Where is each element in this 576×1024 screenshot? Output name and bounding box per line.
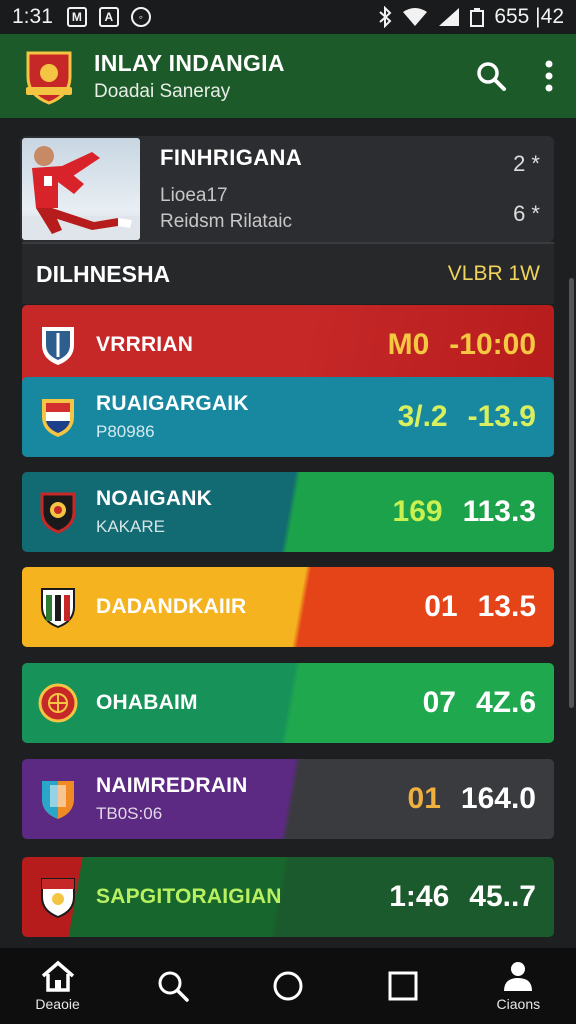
square-icon (388, 971, 418, 1001)
featured-card[interactable]: FINHRIGANA Lioea17 Reidsm Rilataic 2 * 6… (20, 136, 554, 242)
score-primary: 07 (422, 686, 456, 719)
section-title: DILHNESHA (36, 260, 171, 287)
score-secondary: -13.9 (467, 400, 536, 433)
team-name: NAIMREDRAIN (96, 774, 248, 797)
score-secondary: 13.5 (477, 590, 536, 623)
player-photo (22, 138, 140, 240)
list-item[interactable]: DADANDKAIIR 01 13.5 (22, 567, 554, 647)
shield-badge-icon (40, 492, 76, 534)
team-name: RUAIGARGAIK (96, 392, 249, 415)
team-name: SAPGITORAIGIAN (96, 885, 282, 908)
score-secondary: 4Z.6 (475, 686, 536, 719)
wifi-icon (403, 8, 428, 26)
featured-meta-2: Reidsm Rilataic (160, 211, 292, 232)
circle-icon (273, 971, 303, 1001)
list-item[interactable]: OHABAIM 07 4Z.6 (22, 663, 554, 743)
shield-badge-icon (42, 781, 74, 819)
list-item[interactable]: SAPGITORAIGIAN 1:46 45..7 (22, 857, 554, 937)
status-right-text: 655 |42 (494, 5, 564, 28)
score-secondary: 164.0 (460, 782, 536, 815)
nav-circle[interactable] (238, 970, 338, 1002)
shield-badge-icon (41, 878, 75, 919)
app-subtitle: Doadai Saneray (94, 80, 231, 102)
score-primary: 169 (392, 495, 443, 528)
bottom-navigation: Deaoie Ciaons (0, 948, 576, 1024)
score-primary: M0 (387, 328, 430, 361)
battery-icon (470, 8, 485, 27)
more-vert-icon[interactable] (544, 60, 554, 92)
list-item[interactable]: NOAIGANK KAKARE 169 113.3 (22, 472, 554, 552)
signal-icon (439, 8, 460, 26)
featured-count-1: 2 * (513, 151, 540, 176)
score-primary: 1:46 (389, 880, 450, 913)
section-link[interactable]: VLBR 1W (448, 262, 540, 286)
team-name: OHABAIM (96, 691, 198, 714)
nav-search[interactable] (123, 970, 223, 1002)
nav-profile[interactable]: Ciaons (468, 960, 568, 1012)
score-primary: 01 (424, 590, 458, 623)
shield-badge-icon (41, 588, 75, 629)
team-name: NOAIGANK (96, 487, 212, 510)
scrollbar[interactable] (569, 278, 574, 708)
app-title: INLAY INDANGIA (94, 49, 285, 76)
status-bar: 1:31 M A ◦ 655 |42 (0, 0, 576, 34)
team-subtitle: TB0S:06 (96, 804, 163, 823)
score-secondary: 113.3 (462, 495, 536, 528)
nav-label: Ciaons (496, 996, 541, 1012)
list-item[interactable]: VRRRIAN M0 -10:00 (22, 305, 554, 385)
team-name: DADANDKAIIR (96, 595, 247, 618)
list-item[interactable]: RUAIGARGAIK P80986 3/.2 -13.9 (22, 377, 554, 457)
featured-meta-1: Lioea17 (160, 185, 228, 206)
featured-count-2: 6 * (513, 201, 540, 226)
score-primary: 3/.2 (397, 400, 448, 433)
score-primary: 01 (407, 782, 441, 815)
team-subtitle: P80986 (96, 422, 155, 441)
team-name: VRRRIAN (96, 333, 194, 356)
search-icon[interactable] (476, 61, 506, 91)
section-header: DILHNESHA VLBR 1W (22, 244, 554, 304)
team-subtitle: KAKARE (96, 517, 165, 536)
shield-badge-icon (42, 399, 74, 437)
club-crest-icon (26, 51, 72, 105)
profile-icon (504, 962, 533, 991)
alert-icon: A (98, 7, 119, 27)
content-area: FINHRIGANA Lioea17 Reidsm Rilataic 2 * 6… (0, 118, 576, 948)
nav-label: Deaoie (35, 996, 80, 1012)
app-bar: INLAY INDANGIA Doadai Saneray (0, 34, 576, 118)
bluetooth-icon (379, 6, 392, 28)
home-icon (41, 960, 74, 992)
score-secondary: -10:00 (449, 328, 536, 361)
search-icon (158, 971, 189, 1002)
shield-badge-icon (42, 327, 74, 365)
mail-icon: M (66, 7, 87, 27)
round-badge-icon (38, 683, 78, 723)
photo-icon: ◦ (130, 7, 151, 27)
list-item[interactable]: NAIMREDRAIN TB0S:06 01 164.0 (22, 759, 554, 839)
featured-headline: FINHRIGANA (160, 145, 303, 170)
nav-home[interactable]: Deaoie (8, 960, 108, 1012)
score-secondary: 45..7 (469, 880, 536, 913)
nav-square[interactable] (353, 971, 453, 1001)
status-time: 1:31 (12, 5, 53, 28)
